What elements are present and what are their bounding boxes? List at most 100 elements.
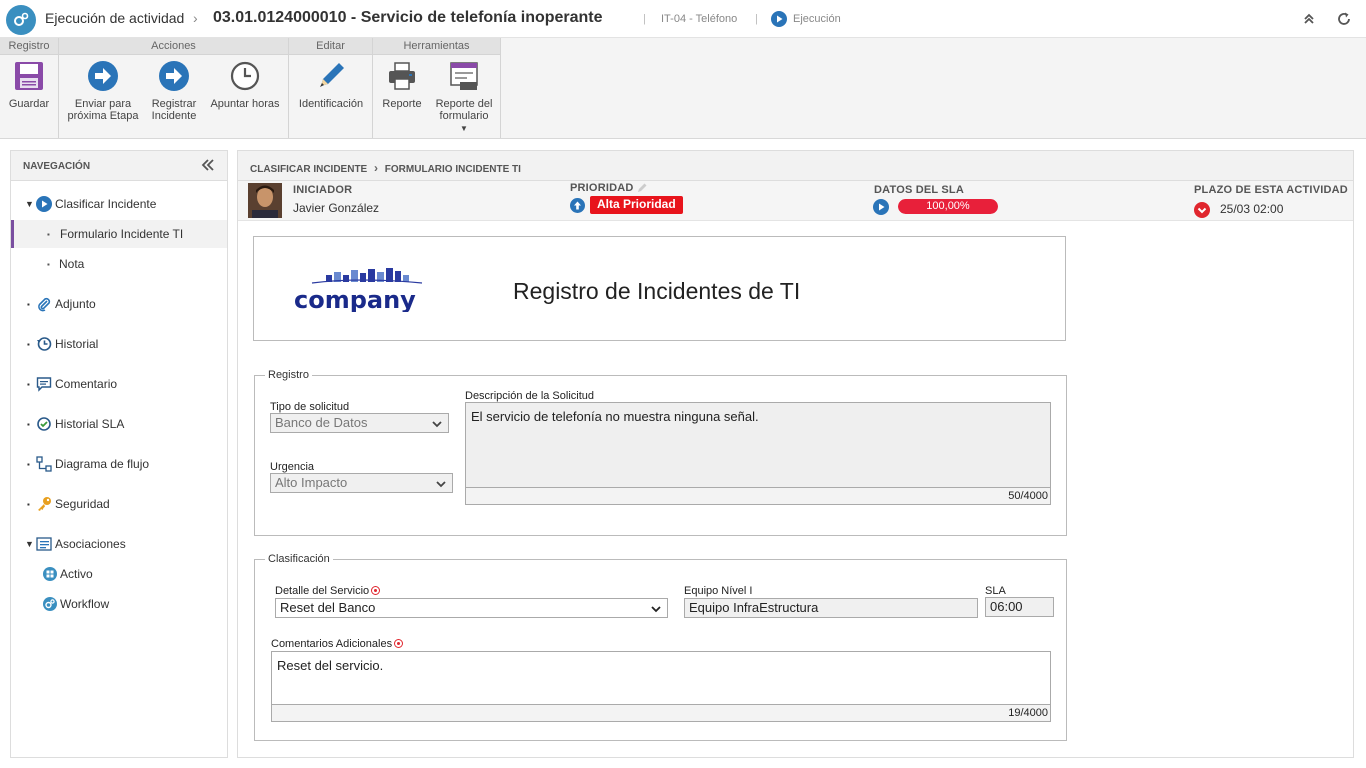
avatar bbox=[248, 183, 282, 218]
sla-label: DATOS DEL SLA bbox=[874, 184, 964, 196]
breadcrumb-item[interactable]: CLASIFICAR INCIDENTE bbox=[250, 164, 367, 175]
nav-item-workflow[interactable]: Workflow bbox=[11, 590, 227, 618]
log-hours-button[interactable]: Apuntar horas bbox=[207, 60, 283, 110]
identification-label: Identificación bbox=[298, 98, 364, 110]
sla-field-value: 06:00 bbox=[990, 599, 1023, 614]
nav-item-label: Diagrama de flujo bbox=[55, 457, 150, 471]
nav-item-label: Clasificar Incidente bbox=[55, 197, 157, 211]
caret-down-icon[interactable]: ▼ bbox=[25, 199, 34, 209]
status-label: Ejecución bbox=[793, 13, 841, 25]
ribbon-group-acciones: Acciones Enviar para próxima Etapa Regis… bbox=[59, 38, 289, 138]
associations-icon bbox=[36, 536, 52, 552]
main-panel: CLASIFICAR INCIDENTE › FORMULARIO INCIDE… bbox=[237, 150, 1354, 758]
section-title: Ejecución de actividad bbox=[45, 10, 185, 26]
request-type-label: Tipo de solicitud bbox=[270, 401, 350, 413]
section-legend: Clasificación bbox=[268, 553, 330, 565]
sla-field[interactable]: 06:00 bbox=[985, 597, 1054, 617]
chevron-right-icon: › bbox=[374, 161, 379, 175]
log-hours-label: Apuntar horas bbox=[210, 98, 280, 110]
ribbon-group-editar: Editar Identificación bbox=[289, 38, 373, 138]
workflow-icon bbox=[42, 596, 58, 612]
register-label-2: Incidente bbox=[151, 110, 197, 122]
nav-item-form[interactable]: ▪ Formulario Incidente TI bbox=[11, 220, 227, 248]
refresh-icon[interactable] bbox=[1336, 11, 1352, 27]
nav-item-history[interactable]: ▪ Historial bbox=[11, 330, 227, 358]
nav-item-flow-diagram[interactable]: ▪ Diagrama de flujo bbox=[11, 450, 227, 478]
sla-history-icon bbox=[36, 416, 52, 432]
caret-down-icon[interactable]: ▼ bbox=[25, 539, 34, 549]
arrow-right-icon bbox=[158, 60, 190, 92]
play-icon bbox=[36, 196, 52, 212]
comment-icon bbox=[36, 376, 52, 392]
title-bar: Ejecución de actividad › 03.01.012400001… bbox=[0, 0, 1366, 38]
nav-item-security[interactable]: ▪ Seguridad bbox=[11, 490, 227, 518]
navigation-header: NAVEGACIÓN bbox=[11, 151, 227, 181]
nav-item-label: Historial SLA bbox=[55, 417, 125, 431]
service-detail-select[interactable]: Reset del Banco bbox=[275, 598, 668, 618]
nav-item-classify[interactable]: ▼ Clasificar Incidente bbox=[11, 190, 227, 218]
register-label-1: Registrar bbox=[151, 98, 197, 110]
divider: | bbox=[755, 13, 758, 25]
asset-icon bbox=[42, 566, 58, 582]
ribbon-group-title: Editar bbox=[289, 38, 372, 55]
report-label: Reporte bbox=[382, 98, 422, 110]
save-button[interactable]: Guardar bbox=[4, 60, 54, 110]
app-logo-icon[interactable] bbox=[6, 5, 36, 35]
initiator-label: INICIADOR bbox=[293, 184, 353, 196]
nav-item-label: Activo bbox=[60, 567, 93, 581]
nav-item-label: Nota bbox=[59, 257, 85, 271]
activity-info-bar: INICIADOR Javier González PRIORIDAD Alta… bbox=[238, 181, 1353, 221]
breadcrumb-item: FORMULARIO INCIDENTE TI bbox=[384, 164, 521, 175]
request-type-value: Banco de Datos bbox=[275, 415, 368, 430]
chevron-down-circle-icon bbox=[1194, 202, 1210, 218]
report-button[interactable]: Reporte bbox=[379, 60, 425, 110]
service-detail-value: Reset del Banco bbox=[280, 600, 376, 615]
floppy-disk-icon bbox=[13, 60, 45, 92]
form-header: company Registro de Incidentes de TI bbox=[253, 236, 1066, 341]
nav-item-note[interactable]: ▪ Nota bbox=[11, 250, 227, 278]
urgency-label: Urgencia bbox=[270, 461, 315, 473]
team-field[interactable]: Equipo InfraEstructura bbox=[684, 598, 978, 618]
category-label: IT-04 - Teléfono bbox=[661, 13, 738, 25]
form-report-button[interactable]: Reporte del formulario ▼ bbox=[431, 60, 497, 135]
form-report-label-1: Reporte del bbox=[435, 98, 493, 110]
comments-textarea[interactable]: Reset del servicio. 19/4000 bbox=[271, 651, 1051, 722]
chevron-down-icon bbox=[651, 602, 661, 613]
identification-button[interactable]: Identificación bbox=[295, 60, 367, 110]
sla-progress-bar: 100,00% bbox=[898, 199, 998, 214]
printer-icon bbox=[386, 60, 418, 92]
urgency-select[interactable]: Alto Impacto bbox=[270, 473, 453, 493]
edit-pencil-icon[interactable] bbox=[636, 182, 648, 194]
request-type-select[interactable]: Banco de Datos bbox=[270, 413, 449, 433]
form-report-icon bbox=[448, 60, 480, 92]
send-next-step-button[interactable]: Enviar para próxima Etapa bbox=[63, 60, 143, 122]
nav-item-associations[interactable]: ▼ Asociaciones bbox=[11, 530, 227, 558]
company-logo-text: company bbox=[294, 286, 416, 312]
pencil-icon bbox=[315, 60, 347, 92]
urgency-value: Alto Impacto bbox=[275, 475, 348, 490]
ribbon-group-title: Acciones bbox=[59, 38, 288, 55]
bullet: ▪ bbox=[27, 459, 30, 469]
nav-item-sla-history[interactable]: ▪ Historial SLA bbox=[11, 410, 227, 438]
collapse-up-icon[interactable] bbox=[1302, 12, 1316, 26]
service-detail-label: Detalle del Servicio bbox=[275, 585, 381, 597]
dropdown-arrow-icon[interactable]: ▼ bbox=[431, 123, 497, 135]
description-textarea[interactable]: El servicio de telefonía no muestra ning… bbox=[465, 402, 1051, 505]
bullet: ▪ bbox=[27, 499, 30, 509]
key-icon bbox=[36, 496, 52, 512]
team-value: Equipo InfraEstructura bbox=[689, 600, 819, 615]
form-report-label-2: formulario bbox=[439, 110, 489, 122]
flowchart-icon bbox=[36, 456, 52, 472]
ribbon-group-title: Herramientas bbox=[373, 38, 500, 55]
nav-item-label: Asociaciones bbox=[55, 537, 126, 551]
company-logo: company bbox=[294, 267, 424, 314]
deadline-label: PLAZO DE ESTA ACTIVIDAD bbox=[1194, 184, 1348, 196]
nav-item-attachment[interactable]: ▪ Adjunto bbox=[11, 290, 227, 318]
collapse-left-icon[interactable] bbox=[201, 159, 215, 174]
nav-item-asset[interactable]: Activo bbox=[11, 560, 227, 588]
chevron-right-icon: › bbox=[193, 10, 198, 26]
nav-item-comment[interactable]: ▪ Comentario bbox=[11, 370, 227, 398]
register-incident-button[interactable]: Registrar Incidente bbox=[145, 60, 203, 122]
play-icon bbox=[771, 11, 787, 27]
play-icon[interactable] bbox=[873, 199, 889, 215]
